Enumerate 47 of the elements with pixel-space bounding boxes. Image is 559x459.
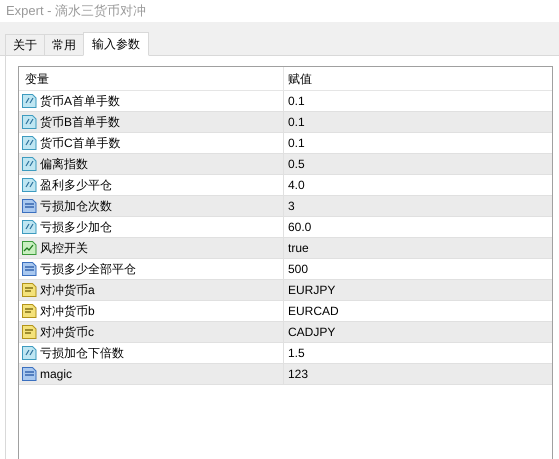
column-header: 赋值 (288, 70, 312, 88)
window-title: Expert - 滴水三货币对冲 (6, 2, 146, 20)
parameter-name: 偏离指数 (40, 156, 88, 173)
parameter-name: 货币A首单手数 (40, 93, 120, 110)
parameter-value[interactable]: true (288, 239, 309, 257)
double-type-icon (22, 157, 37, 171)
parameter-value[interactable]: 0.1 (288, 92, 305, 110)
parameter-value[interactable]: 123 (288, 365, 308, 383)
parameter-name: 亏损加仓次数 (40, 198, 112, 215)
parameter-value[interactable]: EURCAD (288, 302, 339, 320)
parameter-name: 对冲货币c (40, 324, 94, 341)
string-type-icon (22, 325, 37, 339)
parameter-name: 风控开关 (40, 240, 88, 257)
parameter-value[interactable]: 60.0 (288, 218, 312, 236)
int-type-icon (22, 262, 37, 276)
parameter-name: 货币C首单手数 (40, 135, 121, 152)
parameter-value[interactable]: 4.0 (288, 176, 305, 194)
parameter-value[interactable]: 500 (288, 260, 308, 278)
double-type-icon (22, 220, 37, 234)
parameter-value[interactable]: 0.1 (288, 113, 305, 131)
parameter-value[interactable]: 0.1 (288, 134, 305, 152)
parameter-name: 亏损多少加仓 (40, 219, 112, 236)
parameter-name: 亏损加仓下倍数 (40, 345, 124, 362)
int-type-icon (22, 199, 37, 213)
parameter-name: 对冲货币b (40, 303, 95, 320)
double-type-icon (22, 136, 37, 150)
string-type-icon (22, 304, 37, 318)
string-type-icon (22, 283, 37, 297)
double-type-icon (22, 94, 37, 108)
parameter-value[interactable]: CADJPY (288, 323, 336, 341)
int-type-icon (22, 367, 37, 381)
double-type-icon (22, 115, 37, 129)
double-type-icon (22, 178, 37, 192)
parameter-name: magic (40, 366, 72, 383)
bool-type-icon (22, 241, 37, 255)
parameter-value[interactable]: 1.5 (288, 344, 305, 362)
parameter-name: 对冲货币a (40, 282, 95, 299)
parameter-name: 货币B首单手数 (40, 114, 120, 131)
tab[interactable]: 关于 (5, 34, 45, 55)
double-type-icon (22, 346, 37, 360)
parameter-name: 亏损多少全部平仓 (40, 261, 136, 278)
parameter-name: 盈利多少平仓 (40, 177, 112, 194)
parameter-value[interactable]: 3 (288, 197, 295, 215)
parameter-value[interactable]: EURJPY (288, 281, 336, 299)
column-header: 变量 (25, 70, 49, 88)
tab[interactable]: 输入参数 (83, 32, 149, 56)
parameter-value[interactable]: 0.5 (288, 155, 305, 173)
